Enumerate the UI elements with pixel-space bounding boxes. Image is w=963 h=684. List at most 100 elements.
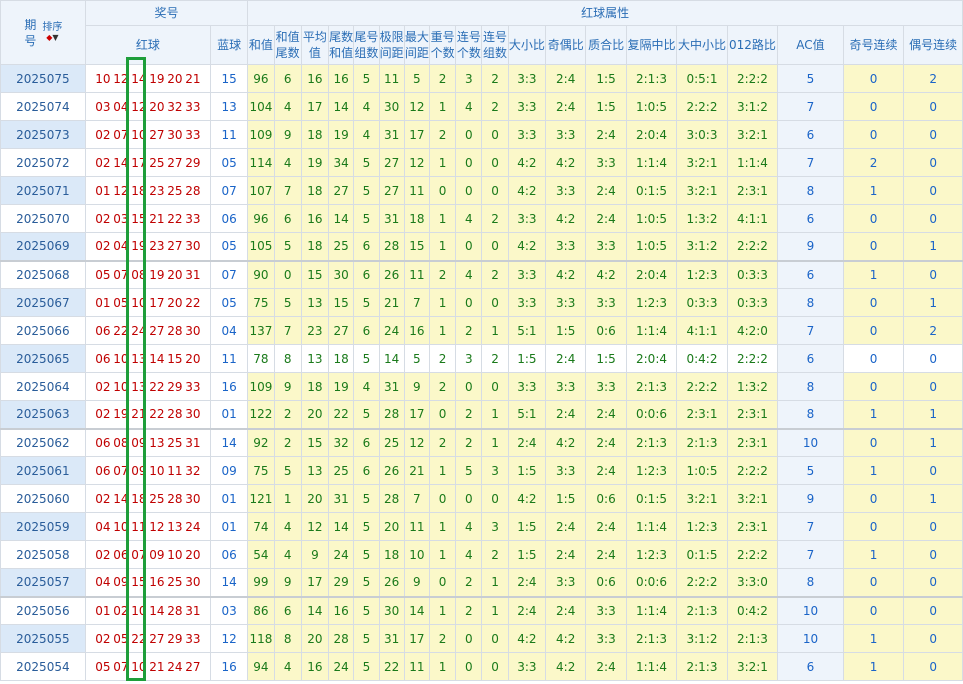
- attr-cell: 18: [300, 372, 330, 401]
- attr-cell: 2: [455, 316, 483, 345]
- attr-cell: 20: [300, 484, 330, 513]
- attr-cell: 24: [328, 652, 355, 681]
- red-ball-number: 19: [113, 407, 129, 422]
- blue-ball-cell: 13: [209, 92, 249, 121]
- attr-cell: 9: [403, 568, 430, 597]
- attr-cell: 25: [328, 456, 355, 485]
- attr-cell: 4: [455, 204, 483, 233]
- attr-cell: 5: [353, 568, 380, 597]
- attr-cell: 2:4: [585, 427, 627, 457]
- red-ball-number: 27: [149, 631, 165, 646]
- red-ball-number: 21: [131, 407, 147, 422]
- attr-cell: 0: [842, 316, 905, 345]
- table-row[interactable]: 2025066 06 22 24 27 28 30 04 137 7 23 27 6 24 16 1 2 1 5:1…: [0, 316, 963, 345]
- attr-cell: 2:1:3: [726, 624, 779, 653]
- table-row[interactable]: 2025057 04 09 15 16 25 30 14 99 9 17 29 5 26 9 0 2 1 2:4 3:…: [0, 568, 963, 597]
- attr-cell: 2:2:2: [726, 64, 779, 93]
- table-row[interactable]: 2025074 03 04 12 20 32 33 13 104 4 17 14 4 30 12 1 4 2 3:3…: [0, 92, 963, 121]
- table-row[interactable]: 2025056 01 02 10 14 28 31 03 86 6 14 16 5 30 14 1 2 1 2:4 2…: [0, 595, 963, 625]
- table-row[interactable]: 2025073 02 07 10 27 30 33 11 109 9 18 19 4 31 17 2 0 0 3:3…: [0, 120, 963, 149]
- sort-arrows-icon[interactable]: ◆▼: [46, 33, 58, 43]
- table-row[interactable]: 2025063 02 19 21 22 28 30 01 122 2 20 22 5 28 17 0 2 1 5:1…: [0, 400, 963, 429]
- table-row[interactable]: 2025067 01 05 10 17 20 22 05 75 5 13 15 5 21 7 1 0 0 3:3 3:…: [0, 288, 963, 317]
- attr-cell: 2: [481, 204, 509, 233]
- red-ball-number: 19: [149, 71, 165, 86]
- period-cell: 2025075: [0, 64, 86, 93]
- red-balls-cell: 05 07 08 19 20 31: [84, 259, 211, 289]
- table-row[interactable]: 2025059 04 10 11 12 13 24 01 74 4 12 14 5 20 11 1 4 3 1:5 2…: [0, 512, 963, 541]
- red-ball-number: 05: [95, 659, 111, 674]
- period-cell: 2025068: [0, 259, 86, 289]
- period-header[interactable]: 期号 排序 ◆▼: [0, 0, 86, 65]
- attr-cell: 7: [273, 316, 302, 345]
- red-balls-cell: 05 07 10 21 24 27: [84, 652, 211, 681]
- attr-cell: 1:0:5: [625, 232, 678, 261]
- period-cell: 2025055: [0, 624, 86, 653]
- red-ball-number: 27: [149, 323, 165, 338]
- attr-cell: 5: [353, 64, 380, 93]
- table-row[interactable]: 2025072 02 14 17 25 27 29 05 114 4 19 34 5 27 12 1 0 0 4:2…: [0, 148, 963, 177]
- table-row[interactable]: 2025064 02 10 13 22 29 33 16 109 9 18 19 4 31 9 2 0 0 3:3 3…: [0, 372, 963, 401]
- attr-cell: 2:3:1: [726, 427, 779, 457]
- attr-cell: 3:3: [507, 259, 547, 289]
- red-ball-number: 22: [149, 379, 165, 394]
- attr-header-2: 平均值: [300, 25, 330, 65]
- table-row[interactable]: 2025070 02 03 15 21 22 33 06 96 6 16 14 5 31 18 1 4 2 3:3 4…: [0, 204, 963, 233]
- table-row[interactable]: 2025062 06 08 09 13 25 31 14 92 2 15 32 6 25 12 2 2 1 2:4 4…: [0, 427, 963, 457]
- attr-cell: 1:1:4: [625, 148, 678, 177]
- table-row[interactable]: 2025061 06 07 09 10 11 32 09 75 5 13 25 6 26 21 1 5 3 1:5 3…: [0, 456, 963, 485]
- attr-cell: 3:3: [545, 288, 587, 317]
- table-row[interactable]: 2025065 06 10 13 14 15 20 11 78 8 13 18 5 14 5 2 3 2 1:5 2:…: [0, 344, 963, 373]
- attr-cell: 0:0:6: [625, 400, 678, 429]
- attr-cell: 3:3: [585, 595, 627, 625]
- red-balls-cell: 02 19 21 22 28 30: [84, 400, 211, 429]
- attr-cell: 2:4: [585, 120, 627, 149]
- red-ball-number: 02: [113, 603, 129, 618]
- attr-cell: 2: [903, 316, 963, 345]
- attr-cell: 18: [328, 344, 355, 373]
- attr-cell: 21: [378, 288, 405, 317]
- attr-cell: 2:4: [585, 540, 627, 569]
- table-row[interactable]: 2025075 10 12 14 19 20 21 15 96 6 16 16 5 11 5 2 3 2 3:3 2:…: [0, 64, 963, 93]
- table-row[interactable]: 2025071 01 12 18 23 25 28 07 107 7 18 27 5 27 11 0 0 0 4:2…: [0, 176, 963, 205]
- period-title: 期号: [24, 17, 37, 48]
- table-row[interactable]: 2025060 02 14 18 25 28 30 01 121 1 20 31 5 28 7 0 0 0 4:2 1…: [0, 484, 963, 513]
- attr-cell: 17: [403, 120, 430, 149]
- attr-cell: 2: [428, 372, 457, 401]
- attr-cell: 1:5: [545, 484, 587, 513]
- attr-cell: 2:4: [545, 344, 587, 373]
- attr-cell: 1:5: [585, 92, 627, 121]
- red-ball-number: 25: [167, 435, 183, 450]
- attr-cell: 4: [455, 540, 483, 569]
- red-ball-number: 23: [149, 239, 165, 254]
- attr-cell: 1:2:3: [625, 540, 678, 569]
- attr-cell: 5: [353, 400, 380, 429]
- attr-cell: 2:2:2: [726, 540, 779, 569]
- table-row[interactable]: 2025058 02 06 07 09 10 20 06 54 4 9 24 5 18 10 1 4 2 1:5 2:…: [0, 540, 963, 569]
- red-ball-number: 14: [131, 71, 147, 86]
- red-ball-number: 02: [95, 407, 111, 422]
- blue-ball-cell: 03: [209, 595, 249, 625]
- table-row[interactable]: 2025068 05 07 08 19 20 31 07 90 0 15 30 6 26 11 2 4 2 3:3 4…: [0, 259, 963, 289]
- attr-cell: 0:6: [585, 316, 627, 345]
- attr-cell: 2:4: [545, 595, 587, 625]
- table-row[interactable]: 2025054 05 07 10 21 24 27 16 94 4 16 24 5 22 11 1 0 0 3:3 4…: [0, 652, 963, 681]
- table-row[interactable]: 2025055 02 05 22 27 29 33 12 118 8 20 28 5 31 17 2 0 0 4:2…: [0, 624, 963, 653]
- sort-control[interactable]: 排序 ◆▼: [42, 22, 62, 43]
- attr-cell: 30: [378, 92, 405, 121]
- red-ball-number: 28: [167, 603, 183, 618]
- attr-cell: 1: [842, 259, 905, 289]
- lottery-trend-table: 期号 排序 ◆▼ 奖号 红球属性 红球 蓝球 和值 和值尾数 平均值 尾数和值 尾号组数…: [0, 0, 963, 681]
- attr-cell: 1:0:5: [676, 456, 728, 485]
- attr-cell: 1: [428, 540, 457, 569]
- attr-cell: 28: [378, 400, 405, 429]
- attr-cell: 0:3:3: [726, 259, 779, 289]
- blue-ball-header: 蓝球: [209, 25, 249, 65]
- table-row[interactable]: 2025069 02 04 19 23 27 30 05 105 5 18 25 6 28 15 1 0 0 4:2…: [0, 232, 963, 261]
- attr-cell: 2: [428, 120, 457, 149]
- attr-cell: 1:5: [507, 344, 547, 373]
- attr-cell: 5: [353, 512, 380, 541]
- red-ball-number: 20: [149, 99, 165, 114]
- attr-cell: 0: [455, 652, 483, 681]
- attr-cell: 1: [428, 232, 457, 261]
